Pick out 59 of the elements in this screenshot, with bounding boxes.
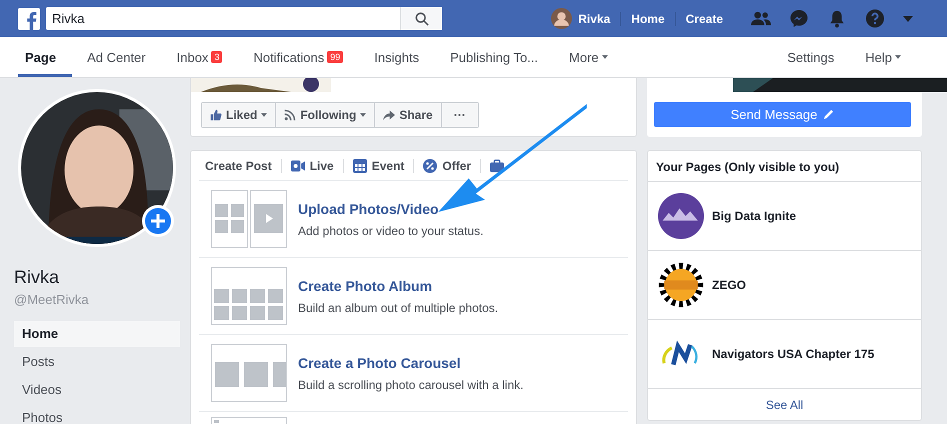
layout-thumbnail-icon [211, 344, 287, 402]
page-link[interactable]: ZEGO [712, 278, 746, 292]
search-icon [414, 12, 428, 26]
percent-icon [423, 158, 438, 172]
messenger-icon[interactable] [789, 9, 809, 28]
see-all-link[interactable]: See All [648, 389, 921, 420]
page-link[interactable]: Navigators USA Chapter 175 [712, 347, 874, 361]
option-description: Build an album out of multiple photos. [298, 300, 498, 314]
avatar-icon [551, 8, 572, 29]
caret-icon[interactable] [903, 16, 913, 22]
option-description: Build a scrolling photo carousel with a link. [298, 378, 524, 392]
option-description: Add photos or video to your status. [298, 224, 484, 238]
sidebar-item[interactable]: Posts [14, 349, 180, 377]
page-tab[interactable]: More [562, 37, 624, 77]
more-button[interactable]: ··· [442, 103, 478, 127]
page-tab[interactable]: Help [858, 37, 917, 77]
option-title[interactable]: Upload Photos/Video [298, 200, 484, 216]
composer-tab[interactable]: Live [290, 158, 334, 172]
page-tab[interactable]: Insights [367, 37, 436, 77]
panel-title: Your Pages (Only visible to you) [648, 151, 921, 182]
help-icon[interactable] [865, 9, 885, 28]
sidebar-item[interactable]: Photos [14, 405, 180, 424]
friends-icon[interactable] [751, 9, 771, 28]
option-title[interactable]: Create a Photo Carousel [298, 354, 524, 370]
calendar-icon [352, 158, 367, 172]
sidebar-item[interactable]: Home [14, 321, 180, 347]
action-button[interactable]: Liked [202, 103, 276, 127]
page-link[interactable]: Big Data Ignite [712, 209, 796, 223]
nav-link[interactable]: Create [674, 12, 733, 26]
layout-thumbnail-icon [211, 267, 287, 325]
composer-tab[interactable]: Offer [423, 158, 472, 172]
page-tab[interactable]: Page [18, 37, 72, 77]
composer-tab[interactable]: Create Post [205, 158, 272, 172]
page-tab[interactable]: Settings [780, 37, 850, 77]
search-button[interactable] [400, 7, 442, 30]
video-camera-icon [290, 158, 305, 172]
send-message-button[interactable]: Send Message [654, 102, 911, 127]
page-handle: @MeetRivka [14, 292, 90, 307]
action-button[interactable]: Following [276, 103, 376, 127]
search-field[interactable]: Rivka [46, 7, 400, 30]
page-tab[interactable]: Ad Center [80, 37, 162, 77]
layout-thumbnail-icon [211, 190, 287, 248]
sidebar-item[interactable]: Videos [14, 377, 180, 405]
thumbs-up-icon [210, 109, 222, 121]
page-tab[interactable]: Notifications 99 [246, 37, 360, 77]
add-photo-icon[interactable] [142, 205, 174, 237]
nav-link[interactable]: Home [620, 12, 675, 26]
page-tab[interactable]: Inbox 3 [170, 37, 238, 77]
page-tab[interactable]: Publishing To... [443, 37, 554, 77]
feed-icon [284, 109, 296, 121]
logo-icon[interactable] [18, 8, 40, 30]
option-title[interactable]: Create Photo Album [298, 278, 498, 294]
action-button[interactable]: Share [375, 103, 442, 127]
page-name: Rivka [14, 267, 60, 288]
pencil-icon [823, 109, 834, 120]
briefcase-icon [490, 158, 504, 172]
share-arrow-icon [383, 109, 396, 121]
profile-link[interactable]: Rivka [551, 8, 620, 29]
composer-tab[interactable]: Event [352, 158, 404, 172]
